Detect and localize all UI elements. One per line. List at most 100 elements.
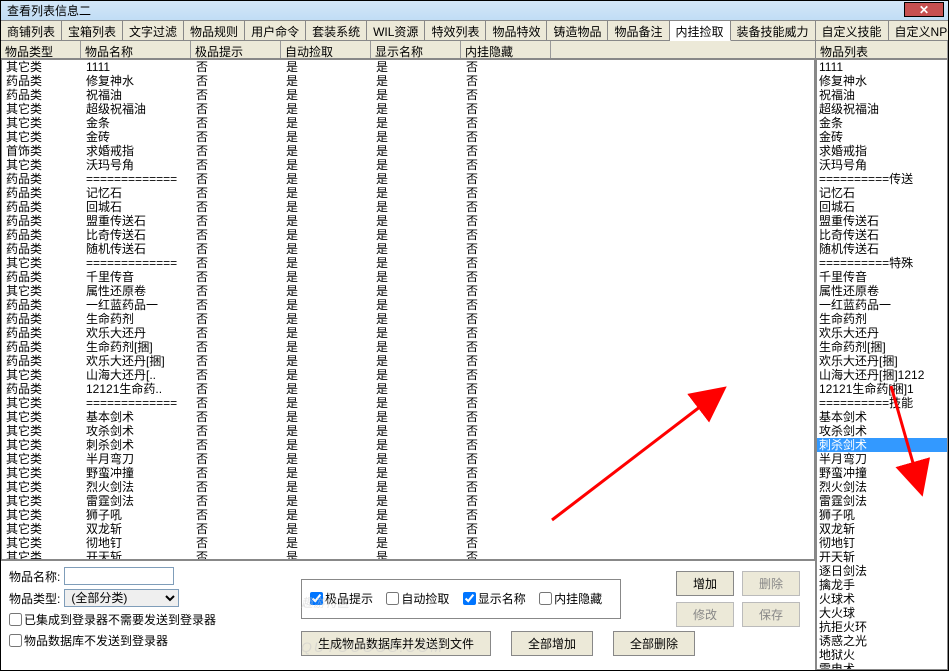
list-item[interactable]: 回城石 — [817, 200, 947, 214]
tab-6[interactable]: WIL资源 — [367, 21, 425, 40]
list-item[interactable]: 超级祝福油 — [817, 102, 947, 116]
list-item[interactable]: 沃玛号角 — [817, 158, 947, 172]
list-item[interactable]: 逐日剑法 — [817, 564, 947, 578]
table-row[interactable]: 药品类=============否是是否 — [2, 172, 814, 186]
table-row[interactable]: 其它类刺杀剑术否是是否 — [2, 438, 814, 452]
list-item[interactable]: 盟重传送石 — [817, 214, 947, 228]
list-item[interactable]: 大火球 — [817, 606, 947, 620]
list-item[interactable]: 抗拒火环 — [817, 620, 947, 634]
col-header[interactable]: 内挂隐藏 — [461, 41, 551, 58]
left-grid-body[interactable]: 其它类1111否是是否药品类修复神水否是是否药品类祝福油否是是否其它类超级祝福油… — [1, 59, 815, 560]
table-row[interactable]: 药品类生命药剂否是是否 — [2, 312, 814, 326]
list-item[interactable]: ==========特殊 — [817, 256, 947, 270]
list-item[interactable]: 比奇传送石 — [817, 228, 947, 242]
chk-nosend[interactable] — [9, 634, 22, 647]
table-row[interactable]: 其它类狮子吼否是是否 — [2, 508, 814, 522]
list-item[interactable]: ==========传送 — [817, 172, 947, 186]
table-row[interactable]: 其它类金条否是是否 — [2, 116, 814, 130]
list-item[interactable]: 基本剑术 — [817, 410, 947, 424]
list-item[interactable]: 记忆石 — [817, 186, 947, 200]
tab-4[interactable]: 用户命令 — [245, 21, 306, 40]
table-row[interactable]: 药品类欢乐大还丹否是是否 — [2, 326, 814, 340]
list-item[interactable]: 雷霆剑法 — [817, 494, 947, 508]
tab-5[interactable]: 套装系统 — [306, 21, 367, 40]
list-item[interactable]: 12121生命药[捆]1 — [817, 382, 947, 396]
table-row[interactable]: 药品类修复神水否是是否 — [2, 74, 814, 88]
list-item[interactable]: 雷电术 — [817, 662, 947, 670]
tab-3[interactable]: 物品规则 — [184, 21, 245, 40]
table-row[interactable]: 其它类半月弯刀否是是否 — [2, 452, 814, 466]
list-item[interactable]: 刺杀剑术 — [817, 438, 947, 452]
table-row[interactable]: 药品类回城石否是是否 — [2, 200, 814, 214]
table-row[interactable]: 其它类双龙斩否是是否 — [2, 522, 814, 536]
list-item[interactable]: 开天斩 — [817, 550, 947, 564]
btn-modify[interactable]: 修改 — [676, 602, 734, 627]
table-row[interactable]: 其它类=============否是是否 — [2, 256, 814, 270]
col-header[interactable]: 极品提示 — [191, 41, 281, 58]
table-row[interactable]: 其它类雷霆剑法否是是否 — [2, 494, 814, 508]
list-item[interactable]: 擒龙手 — [817, 578, 947, 592]
tab-9[interactable]: 铸造物品 — [547, 21, 608, 40]
list-item[interactable]: 千里传音 — [817, 270, 947, 284]
table-row[interactable]: 其它类攻杀剑术否是是否 — [2, 424, 814, 438]
table-row[interactable]: 其它类金砖否是是否 — [2, 130, 814, 144]
table-row[interactable]: 其它类超级祝福油否是是否 — [2, 102, 814, 116]
col-header[interactable]: 物品类型 — [1, 41, 81, 58]
table-row[interactable]: 药品类千里传音否是是否 — [2, 270, 814, 284]
list-item[interactable]: 祝福油 — [817, 88, 947, 102]
list-item[interactable]: 金条 — [817, 116, 947, 130]
list-item[interactable]: 狮子吼 — [817, 508, 947, 522]
list-item[interactable]: 一红蓝药品一 — [817, 298, 947, 312]
table-row[interactable]: 药品类盟重传送石否是是否 — [2, 214, 814, 228]
close-button[interactable]: ✕ — [904, 2, 944, 17]
list-item[interactable]: 1111 — [817, 60, 947, 74]
tab-11[interactable]: 内挂捡取 — [670, 21, 731, 41]
right-grid-body[interactable]: 1111修复神水祝福油超级祝福油金条金砖求婚戒指沃玛号角==========传送… — [816, 59, 948, 670]
list-item[interactable]: 生命药剂[捆] — [817, 340, 947, 354]
table-row[interactable]: 其它类=============否是是否 — [2, 396, 814, 410]
list-item[interactable]: 攻杀剑术 — [817, 424, 947, 438]
list-item[interactable]: 山海大还丹[捆]1212 — [817, 368, 947, 382]
btn-select-all[interactable]: 全部增加 — [511, 631, 593, 656]
list-item[interactable]: 半月弯刀 — [817, 452, 947, 466]
list-item[interactable]: 烈火剑法 — [817, 480, 947, 494]
list-item[interactable]: 诱惑之光 — [817, 634, 947, 648]
tab-12[interactable]: 装备技能威力 — [731, 21, 816, 40]
table-row[interactable]: 药品类12121生命药..否是是否 — [2, 382, 814, 396]
tab-13[interactable]: 自定义技能 — [816, 21, 889, 40]
list-item[interactable]: ==========技能 — [817, 396, 947, 410]
table-row[interactable]: 药品类祝福油否是是否 — [2, 88, 814, 102]
table-row[interactable]: 药品类随机传送石否是是否 — [2, 242, 814, 256]
table-row[interactable]: 其它类山海大还丹[..否是是否 — [2, 368, 814, 382]
col-header[interactable]: 物品名称 — [81, 41, 191, 58]
btn-add[interactable]: 增加 — [676, 571, 734, 596]
table-row[interactable]: 药品类生命药剂[捆]否是是否 — [2, 340, 814, 354]
list-item[interactable]: 修复神水 — [817, 74, 947, 88]
input-item-name[interactable] — [64, 567, 174, 585]
list-item[interactable]: 属性还原卷 — [817, 284, 947, 298]
table-row[interactable]: 其它类属性还原卷否是是否 — [2, 284, 814, 298]
table-row[interactable]: 其它类1111否是是否 — [2, 60, 814, 74]
table-row[interactable]: 其它类彻地钉否是是否 — [2, 536, 814, 550]
list-item[interactable]: 欢乐大还丹 — [817, 326, 947, 340]
table-row[interactable]: 药品类一红蓝药品一否是是否 — [2, 298, 814, 312]
chk-show-name[interactable] — [463, 592, 476, 605]
btn-save[interactable]: 保存 — [742, 602, 800, 627]
tab-14[interactable]: 自定义NPC — [889, 21, 949, 40]
list-item[interactable]: 求婚戒指 — [817, 144, 947, 158]
tab-2[interactable]: 文字过滤 — [123, 21, 184, 40]
tab-7[interactable]: 特效列表 — [425, 21, 486, 40]
list-item[interactable]: 随机传送石 — [817, 242, 947, 256]
table-row[interactable]: 其它类沃玛号角否是是否 — [2, 158, 814, 172]
tab-8[interactable]: 物品特效 — [486, 21, 547, 40]
table-row[interactable]: 药品类欢乐大还丹[捆]否是是否 — [2, 354, 814, 368]
tab-0[interactable]: 商铺列表 — [1, 21, 62, 40]
table-row[interactable]: 其它类基本剑术否是是否 — [2, 410, 814, 424]
select-item-type[interactable]: (全部分类) — [64, 589, 179, 607]
list-item[interactable]: 金砖 — [817, 130, 947, 144]
btn-delete[interactable]: 删除 — [742, 571, 800, 596]
list-item[interactable]: 欢乐大还丹[捆] — [817, 354, 947, 368]
list-item[interactable]: 生命药剂 — [817, 312, 947, 326]
list-item[interactable]: 火球术 — [817, 592, 947, 606]
list-item[interactable]: 彻地钉 — [817, 536, 947, 550]
